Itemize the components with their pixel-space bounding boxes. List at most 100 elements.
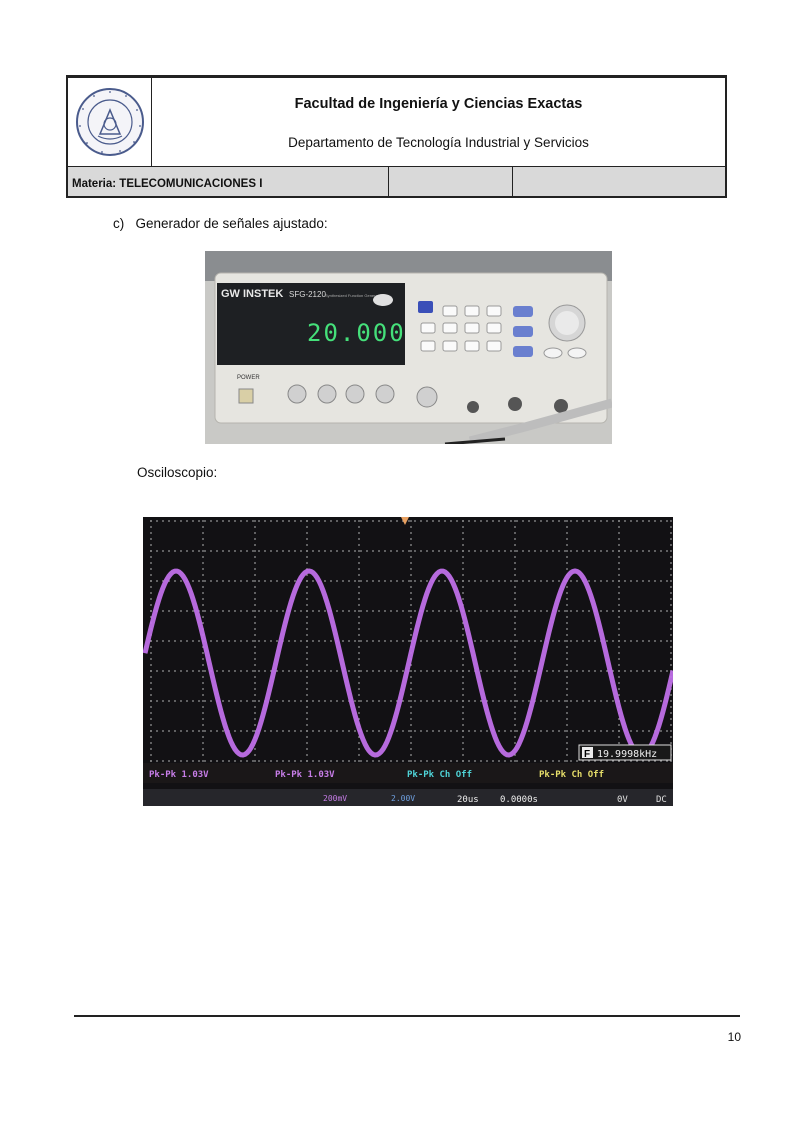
grid-dot — [414, 550, 416, 552]
grid-dot — [410, 736, 412, 738]
grid-dot — [514, 562, 516, 564]
grid-dot — [566, 730, 568, 732]
grid-dot — [354, 640, 356, 642]
grid-dot — [522, 670, 524, 672]
grid-dot — [618, 598, 620, 600]
grid-dot — [670, 622, 672, 624]
grid-dot — [254, 574, 256, 576]
grid-dot — [516, 640, 518, 642]
grid-dot — [594, 640, 596, 642]
grid-dot — [180, 760, 182, 762]
grid-dot — [522, 550, 524, 552]
grid-dot — [630, 580, 632, 582]
grid-dot — [150, 586, 152, 588]
grid-dot — [670, 700, 672, 702]
grid-dot — [514, 538, 516, 540]
grid-dot — [288, 670, 290, 672]
grid-dot — [254, 640, 256, 642]
grid-dot — [570, 550, 572, 552]
grid-dot — [410, 568, 412, 570]
ch4-measurement: Pk-Pk Ch Off — [539, 770, 604, 780]
grid-dot — [192, 610, 194, 612]
grid-dot — [486, 610, 488, 612]
grid-dot — [566, 538, 568, 540]
grid-dot — [438, 550, 440, 552]
grid-dot — [516, 610, 518, 612]
grid-dot — [618, 682, 620, 684]
grid-dot — [588, 520, 590, 522]
grid-dot — [306, 664, 308, 666]
grid-dot — [192, 730, 194, 732]
grid-dot — [336, 550, 338, 552]
grid-dot — [342, 550, 344, 552]
grid-dot — [378, 700, 380, 702]
grid-dot — [636, 610, 638, 612]
grid-dot — [372, 580, 374, 582]
grid-dot — [402, 760, 404, 762]
grid-dot — [654, 520, 656, 522]
grid-dot — [588, 610, 590, 612]
grid-dot — [588, 550, 590, 552]
grid-dot — [228, 520, 230, 522]
grid-dot — [288, 550, 290, 552]
grid-dot — [582, 610, 584, 612]
grid-dot — [410, 550, 412, 552]
grid-dot — [252, 700, 254, 702]
grid-dot — [618, 652, 620, 654]
grid-dot — [468, 730, 470, 732]
grid-dot — [566, 694, 568, 696]
grid-dot — [534, 610, 536, 612]
grid-dot — [630, 520, 632, 522]
grid-dot — [670, 544, 672, 546]
grid-dot — [312, 760, 314, 762]
grid-dot — [300, 700, 302, 702]
grid-dot — [198, 640, 200, 642]
grid-dot — [564, 730, 566, 732]
grid-dot — [366, 760, 368, 762]
grid-dot — [636, 670, 638, 672]
grid-dot — [558, 580, 560, 582]
grid-dot — [410, 610, 412, 612]
grid-dot — [252, 640, 254, 642]
grid-dot — [254, 664, 256, 666]
grid-dot — [606, 700, 608, 702]
grid-dot — [210, 580, 212, 582]
grid-dot — [410, 526, 412, 528]
grid-dot — [410, 670, 412, 672]
grid-dot — [540, 580, 542, 582]
grid-dot — [462, 754, 464, 756]
grid-dot — [156, 640, 158, 642]
grid-dot — [378, 670, 380, 672]
grid-dot — [180, 610, 182, 612]
grid-dot — [254, 586, 256, 588]
grid-dot — [456, 670, 458, 672]
footer-rule — [74, 1015, 740, 1017]
grid-dot — [202, 718, 204, 720]
grid-dot — [552, 640, 554, 642]
grid-dot — [666, 670, 668, 672]
grid-dot — [516, 520, 518, 522]
grid-dot — [566, 610, 568, 612]
grid-dot — [426, 760, 428, 762]
grid-dot — [456, 610, 458, 612]
grid-dot — [450, 610, 452, 612]
grid-dot — [670, 634, 672, 636]
grid-dot — [150, 652, 152, 654]
grid-dot — [358, 526, 360, 528]
grid-dot — [192, 700, 194, 702]
grid-dot — [514, 682, 516, 684]
grid-dot — [414, 730, 416, 732]
grid-dot — [670, 610, 672, 612]
grid-dot — [636, 580, 638, 582]
grid-dot — [254, 526, 256, 528]
grid-dot — [624, 580, 626, 582]
grid-dot — [342, 610, 344, 612]
grid-dot — [514, 616, 516, 618]
grid-dot — [198, 730, 200, 732]
grid-dot — [438, 520, 440, 522]
grid-dot — [444, 700, 446, 702]
grid-dot — [462, 628, 464, 630]
grid-dot — [330, 550, 332, 552]
grid-dot — [624, 700, 626, 702]
grid-dot — [150, 670, 152, 672]
